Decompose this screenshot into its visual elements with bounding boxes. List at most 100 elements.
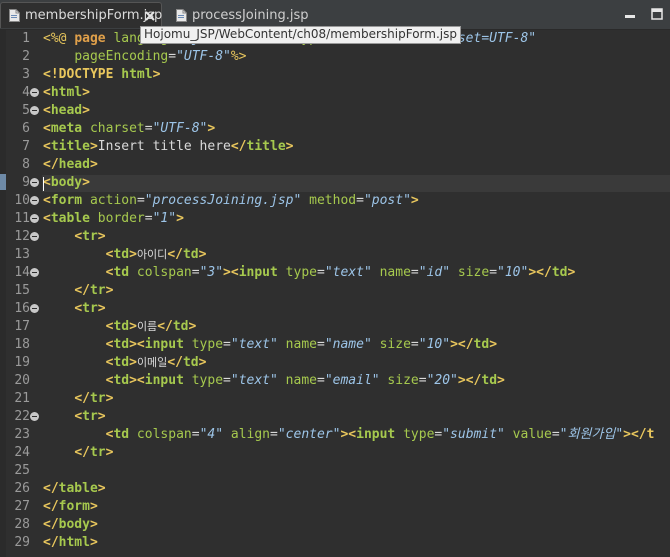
code-line[interactable]: 27 </form>: [0, 498, 670, 516]
fold-toggle-icon[interactable]: [30, 178, 39, 187]
code-line[interactable]: 28 </body>: [0, 516, 670, 534]
code-line[interactable]: 6 <meta charset="UTF-8">: [0, 120, 670, 138]
line-number: 20: [14, 373, 30, 388]
code-token: "text": [230, 337, 278, 352]
code-line[interactable]: 2 pageEncoding="UTF-8"%>: [0, 48, 670, 66]
code-token: <: [43, 121, 51, 136]
code-token: =: [144, 121, 153, 136]
minimize-icon[interactable]: [623, 7, 637, 21]
code-line[interactable]: 11 <table border="1">: [0, 210, 670, 228]
code-token: align: [223, 427, 271, 442]
fold-toggle-icon[interactable]: [30, 412, 39, 421]
code-token: </: [74, 445, 90, 460]
code-token: <%@: [43, 31, 75, 46]
code-token: ><: [340, 427, 357, 442]
code-token: border: [89, 211, 145, 226]
code-token: =: [356, 193, 364, 208]
tab-label: processJoining.jsp: [192, 7, 309, 23]
code-line[interactable]: 24 </tr>: [0, 444, 670, 462]
code-token: =: [144, 211, 153, 226]
code-line[interactable]: 9 <body>: [0, 174, 670, 192]
code-token: >: [97, 481, 106, 496]
code-line[interactable]: 23 <td colspan="4" align="center"><input…: [0, 426, 670, 444]
tab-membershipform[interactable]: membershipForm.jsp: [0, 2, 162, 28]
code-token: name: [277, 373, 317, 388]
code-token: =: [270, 427, 278, 442]
code-token: >: [97, 409, 106, 424]
code-line[interactable]: 5 <head>: [0, 102, 670, 120]
fold-toggle-icon[interactable]: [30, 196, 39, 205]
fold-toggle-icon[interactable]: [30, 88, 39, 97]
code-token: >: [105, 391, 114, 406]
fold-toggle-icon[interactable]: [30, 268, 39, 277]
code-token: </: [43, 517, 59, 532]
close-icon[interactable]: [143, 8, 157, 22]
code-token: <: [43, 211, 51, 226]
code-token: >: [188, 319, 197, 334]
code-text: </table>: [43, 480, 106, 498]
code-token: </: [230, 139, 247, 154]
code-line[interactable]: 3 <!DOCTYPE html>: [0, 66, 670, 84]
code-line[interactable]: 16 <tr>: [0, 300, 670, 318]
code-line[interactable]: 25: [0, 462, 670, 480]
line-number: 24: [14, 445, 30, 460]
code-token: "3": [199, 265, 224, 280]
code-line[interactable]: 18 <td><input type="text" name="name" si…: [0, 336, 670, 354]
code-line[interactable]: 12 <tr>: [0, 228, 670, 246]
code-token: =: [316, 265, 325, 280]
code-token: td: [113, 373, 130, 388]
code-line[interactable]: 15 </tr>: [0, 282, 670, 300]
fold-toggle-icon[interactable]: [30, 106, 39, 115]
code-line[interactable]: 4 <html>: [0, 84, 670, 102]
tab-processjoining[interactable]: processJoining.jsp: [168, 2, 308, 28]
code-token: head: [50, 103, 83, 118]
code-token: =: [410, 337, 419, 352]
code-token: <: [43, 103, 51, 118]
code-token: name: [277, 337, 317, 352]
code-token: body: [58, 517, 90, 532]
code-token: td: [473, 337, 490, 352]
line-number: 25: [14, 463, 30, 478]
code-line[interactable]: 10 <form action="processJoining.jsp" meth…: [0, 192, 670, 210]
code-token: >: [176, 211, 184, 226]
code-token: type: [183, 373, 224, 388]
code-line[interactable]: 8 </head>: [0, 156, 670, 174]
code-line[interactable]: 13 <td>아이디</td>: [0, 246, 670, 264]
code-token: "4": [199, 427, 224, 442]
code-token: >: [410, 193, 419, 208]
code-token: >: [497, 373, 505, 388]
code-editor[interactable]: 1<%@ page language="java" contentType="t…: [0, 30, 670, 557]
code-token: table: [50, 211, 90, 226]
fold-toggle-icon[interactable]: [30, 232, 39, 241]
code-token: tr: [89, 283, 106, 298]
code-token: <!DOCTYPE: [43, 67, 114, 82]
fold-toggle-icon[interactable]: [30, 214, 39, 223]
code-token: input: [356, 427, 396, 442]
code-token: body: [50, 175, 83, 190]
code-line[interactable]: 20 <td><input type="text" name="email" s…: [0, 372, 670, 390]
code-line[interactable]: 26 </table>: [0, 480, 670, 498]
code-token: >: [89, 535, 98, 550]
code-line[interactable]: 17 <td>이름</td>: [0, 318, 670, 336]
code-line[interactable]: 7 <title>Insert title here</title>: [0, 138, 670, 156]
code-token: "name": [324, 337, 372, 352]
code-line[interactable]: 19 <td>이메일</td>: [0, 354, 670, 372]
code-token: </: [74, 391, 90, 406]
code-line[interactable]: 14 <td colspan="3"><input type="text" na…: [0, 264, 670, 282]
code-line[interactable]: 22 <tr>: [0, 408, 670, 426]
code-token: "text": [324, 265, 372, 280]
code-token: input: [238, 265, 278, 280]
code-line[interactable]: 29 </html>: [0, 534, 670, 552]
code-token: action: [82, 193, 137, 208]
code-token: =: [168, 49, 177, 64]
maximize-icon[interactable]: [650, 7, 664, 21]
code-line[interactable]: 21 </tr>: [0, 390, 670, 408]
line-number: 19: [14, 355, 30, 370]
fold-toggle-icon[interactable]: [30, 304, 39, 313]
code-token: head: [58, 157, 90, 172]
